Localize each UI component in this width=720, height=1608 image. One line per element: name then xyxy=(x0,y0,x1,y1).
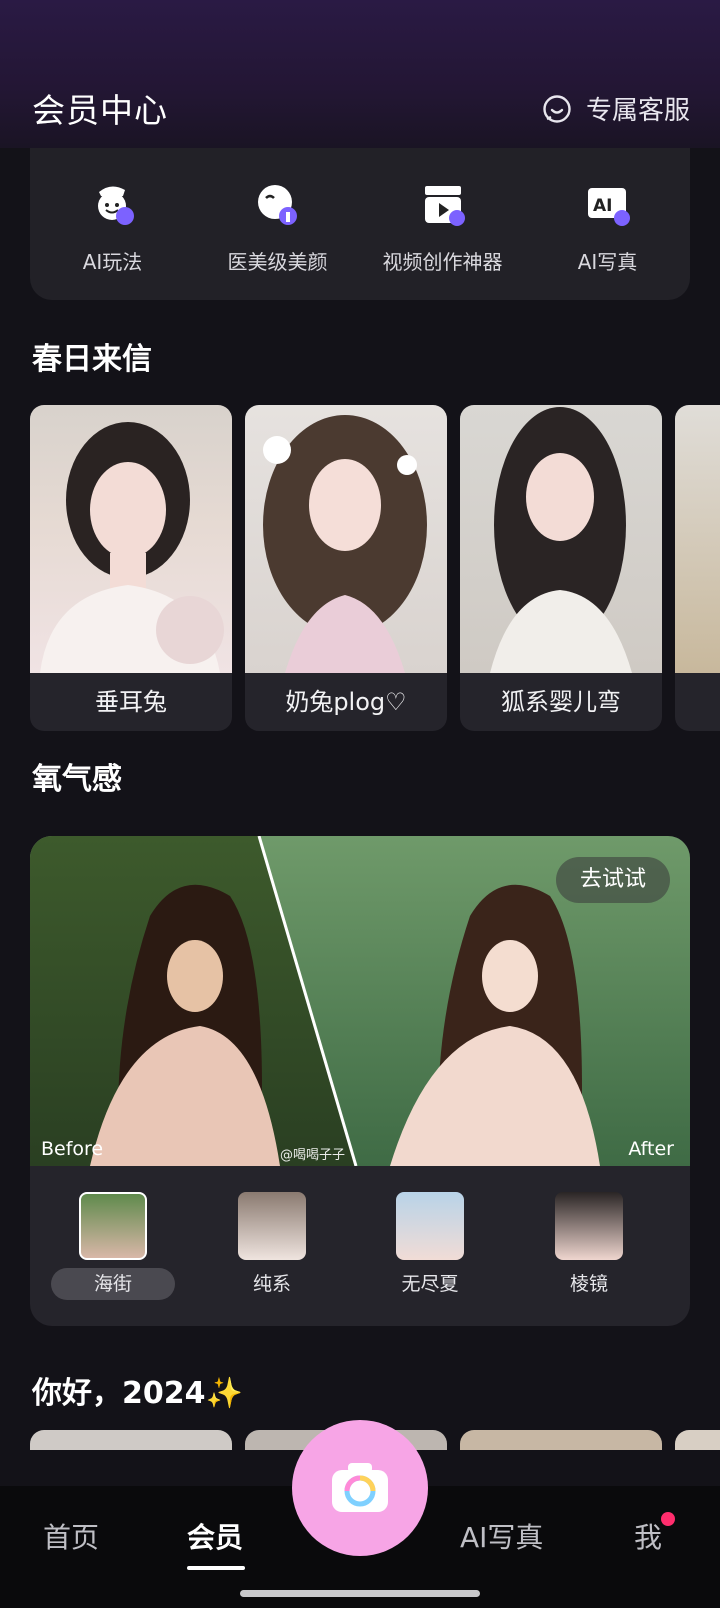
filter-item[interactable]: 海街 xyxy=(48,1192,178,1300)
notification-dot xyxy=(661,1512,675,1526)
feature-ai-play[interactable]: AI玩法 xyxy=(30,178,195,275)
try-button[interactable]: 去试试 xyxy=(556,857,670,903)
feature-label: AI玩法 xyxy=(82,250,143,274)
filter-label: 棱镜 xyxy=(569,1273,608,1295)
filter-item[interactable]: 无尽夏 xyxy=(365,1192,495,1300)
card-label: 狐系婴儿弯 xyxy=(501,688,621,716)
ai-portrait-icon: AI xyxy=(582,178,634,230)
filter-thumbnail xyxy=(238,1192,306,1260)
before-label: Before xyxy=(41,1138,104,1160)
card-photo xyxy=(30,405,232,673)
section-title-hello: 你好，2024✨ xyxy=(32,1376,243,1411)
hello-card[interactable] xyxy=(30,1430,232,1450)
tab-me[interactable]: 我 xyxy=(634,1516,662,1556)
style-card-peek[interactable] xyxy=(675,405,720,731)
after-label: After xyxy=(628,1138,674,1160)
spring-card-list: 垂耳兔 奶兔plog♡ 狐系婴儿弯 xyxy=(30,405,720,733)
filter-list: 海街 纯系 无尽夏 棱镜 xyxy=(30,1166,690,1326)
style-card[interactable]: 垂耳兔 xyxy=(30,405,232,731)
card-label: 奶兔plog♡ xyxy=(285,688,407,716)
active-tab-indicator xyxy=(187,1566,245,1570)
hello-card[interactable] xyxy=(460,1430,662,1450)
tab-home[interactable]: 首页 xyxy=(43,1516,99,1556)
feature-beauty[interactable]: 医美级美颜 xyxy=(195,178,360,275)
before-after-panel: Before After @喝喝子子 去试试 海街 纯系 无尽夏 棱镜 xyxy=(30,836,690,1326)
ai-play-icon xyxy=(87,178,139,230)
section-title-oxygen: 氧气感 xyxy=(32,762,122,797)
feature-grid: AI玩法 医美级美颜 视频创作神器 AI AI写真 xyxy=(30,148,690,300)
beauty-face-icon xyxy=(252,178,304,230)
feature-label: AI写真 xyxy=(577,250,638,274)
feature-label: 医美级美颜 xyxy=(227,250,328,274)
video-clapper-icon xyxy=(417,178,469,230)
filter-label: 海街 xyxy=(51,1268,175,1300)
svg-text:AI: AI xyxy=(593,196,612,216)
card-photo xyxy=(675,405,720,673)
header: 会员中心 专属客服 xyxy=(0,0,720,148)
filter-item[interactable]: 棱镜 xyxy=(524,1192,654,1300)
style-card[interactable]: 狐系婴儿弯 xyxy=(460,405,662,731)
filter-thumbnail xyxy=(396,1192,464,1260)
filter-thumbnail xyxy=(555,1192,623,1260)
photo-credit: @喝喝子子 xyxy=(280,1148,346,1163)
home-indicator xyxy=(240,1590,480,1597)
camera-button[interactable] xyxy=(292,1420,428,1556)
page-title: 会员中心 xyxy=(32,91,168,130)
card-photo xyxy=(245,405,447,673)
support-button[interactable]: 专属客服 xyxy=(542,90,690,127)
hello-card[interactable] xyxy=(675,1430,720,1450)
feature-ai-portrait[interactable]: AI AI写真 xyxy=(525,178,690,275)
tab-member[interactable]: 会员 xyxy=(187,1516,243,1556)
tab-ai-portrait[interactable]: AI写真 xyxy=(460,1516,543,1556)
card-label: 垂耳兔 xyxy=(95,688,167,716)
filter-thumbnail xyxy=(79,1192,147,1260)
filter-label: 纯系 xyxy=(252,1273,291,1295)
feature-video[interactable]: 视频创作神器 xyxy=(360,178,525,275)
filter-label: 无尽夏 xyxy=(401,1273,459,1295)
style-card[interactable]: 奶兔plog♡ xyxy=(245,405,447,731)
before-after-image[interactable]: Before After @喝喝子子 去试试 xyxy=(30,836,690,1166)
filter-item[interactable]: 纯系 xyxy=(207,1192,337,1300)
feature-label: 视频创作神器 xyxy=(382,250,503,274)
section-title-spring: 春日来信 xyxy=(32,342,152,377)
support-label: 专属客服 xyxy=(585,96,690,126)
chat-smile-icon xyxy=(542,94,572,124)
card-photo xyxy=(460,405,662,673)
